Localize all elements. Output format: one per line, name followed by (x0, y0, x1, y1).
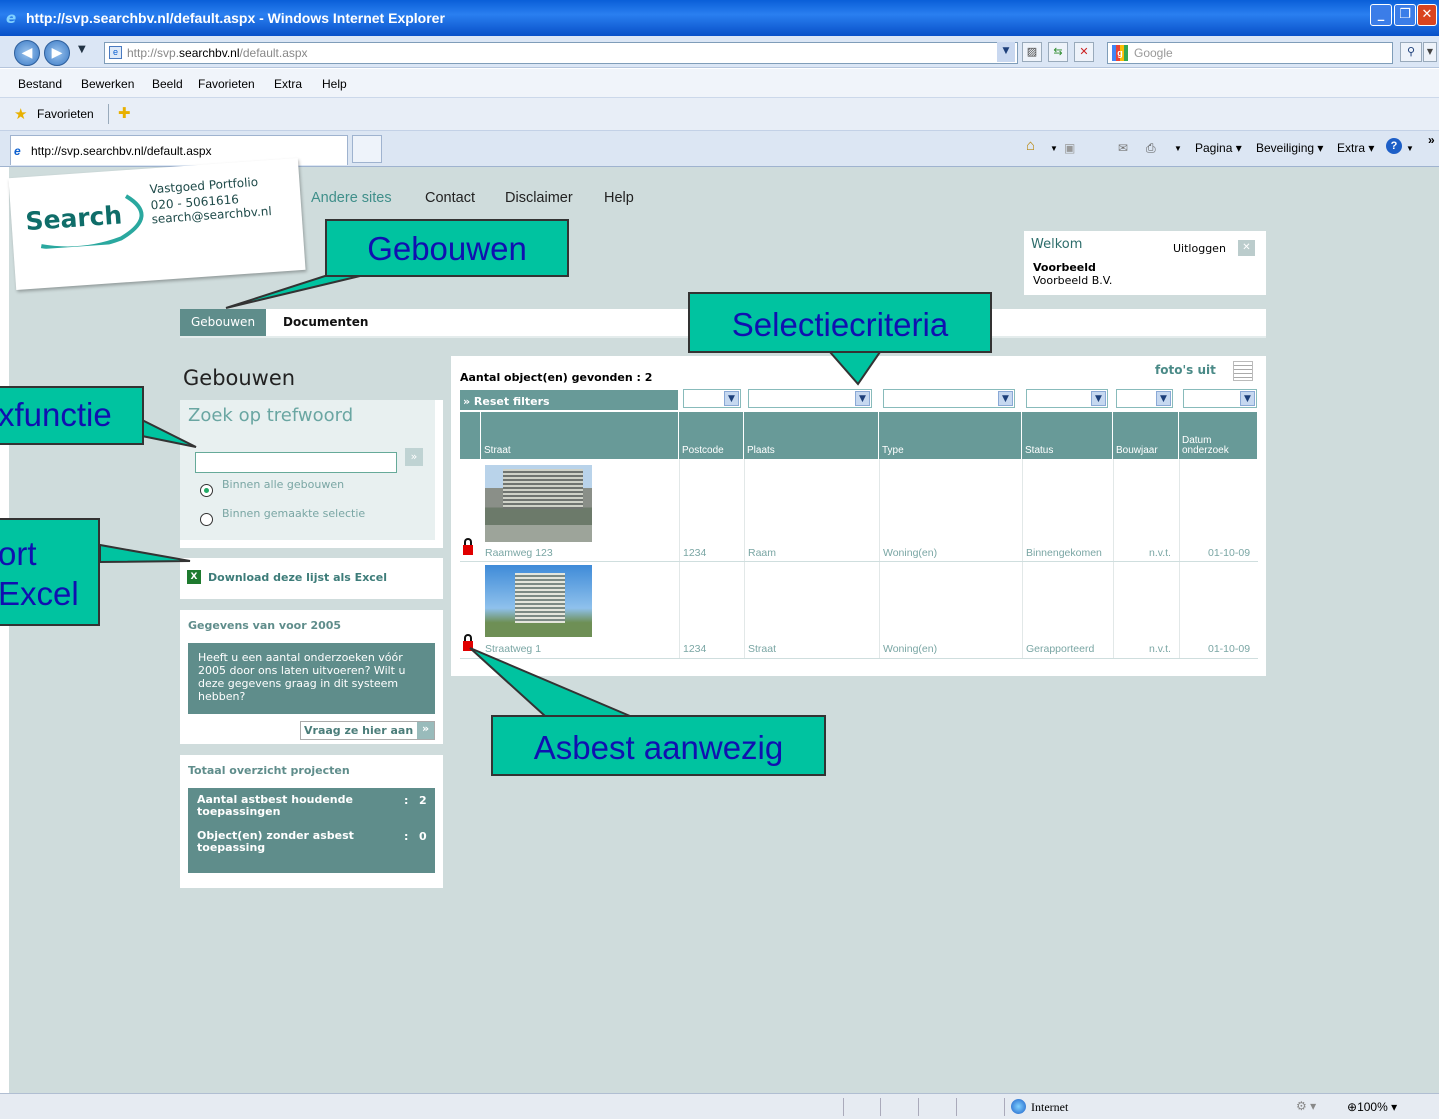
callout-selectiecriteria: Selectiecriteria (688, 292, 992, 353)
protected-mode-icon[interactable]: ⚙ ▾ (1296, 1099, 1316, 1113)
status-bar: Internet ⚙ ▾ ⊕100% ▾ (0, 1093, 1439, 1119)
divider (1004, 1098, 1005, 1116)
callout-export-line2: Excel (0, 575, 79, 612)
callout-pointers (99, 275, 882, 717)
callout-export-line1: ort (0, 535, 37, 572)
divider (843, 1098, 844, 1116)
divider (880, 1098, 881, 1116)
internet-zone-icon (1011, 1099, 1026, 1114)
zoom-control[interactable]: ⊕100% ▾ (1347, 1100, 1397, 1114)
callout-gebouwen: Gebouwen (325, 219, 569, 277)
divider (918, 1098, 919, 1116)
callout-export: ort Excel (0, 518, 100, 626)
callout-zoekfunctie: xfunctie (0, 386, 144, 445)
callout-asbest: Asbest aanwezig (491, 715, 826, 776)
zone-label: Internet (1031, 1100, 1069, 1114)
zoom-label: 100% (1357, 1100, 1388, 1114)
divider (956, 1098, 957, 1116)
